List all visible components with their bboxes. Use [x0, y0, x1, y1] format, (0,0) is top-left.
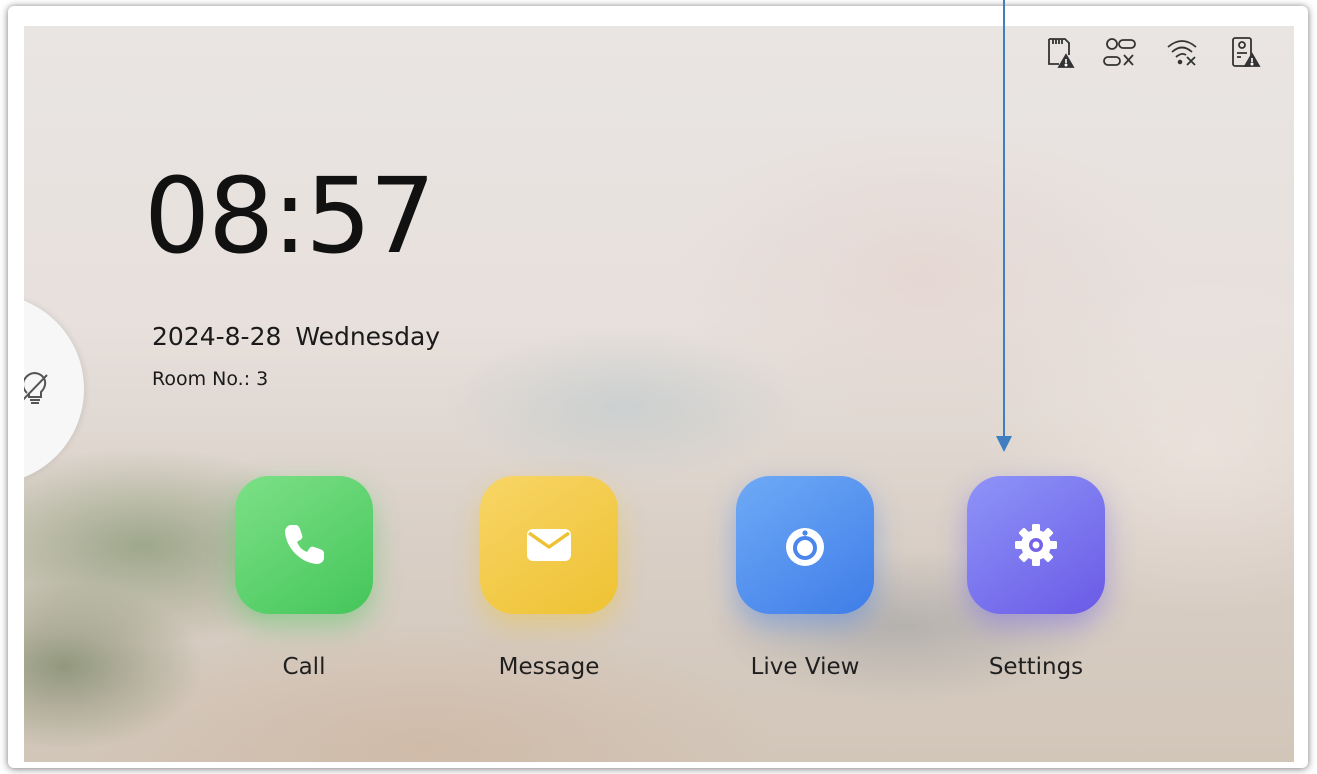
- message-button[interactable]: [480, 476, 618, 614]
- date-label: 2024-8-28 Wednesday: [152, 322, 441, 351]
- gear-icon: [1015, 524, 1057, 566]
- door-station-warning-icon[interactable]: [1224, 32, 1264, 72]
- lightbulb-off-icon: [24, 369, 54, 409]
- annotation-arrow-head: [996, 436, 1012, 452]
- home-screen: 08:57 2024-8-28 Wednesday Room No.: 3 Ca…: [24, 26, 1294, 762]
- network-disconnected-icon[interactable]: [1100, 32, 1140, 72]
- phone-icon: [285, 525, 324, 564]
- clock-time: 08:57: [144, 155, 436, 277]
- live-view-label: Live View: [750, 654, 860, 680]
- status-bar: [1038, 32, 1264, 72]
- call-button[interactable]: [235, 476, 373, 614]
- camera-icon: [786, 528, 824, 566]
- sd-card-warning-icon[interactable]: [1038, 32, 1078, 72]
- app-live-view[interactable]: Live View: [725, 476, 885, 680]
- annotation-arrow-line: [1003, 0, 1005, 440]
- side-quick-panel-tab[interactable]: [24, 294, 84, 484]
- settings-label: Settings: [988, 654, 1084, 680]
- call-label: Call: [282, 654, 326, 680]
- app-message[interactable]: Message: [469, 476, 629, 680]
- live-view-button[interactable]: [736, 476, 874, 614]
- app-settings[interactable]: Settings: [956, 476, 1116, 680]
- wifi-off-icon[interactable]: [1162, 32, 1202, 72]
- app-call[interactable]: Call: [224, 476, 384, 680]
- envelope-icon: [527, 529, 571, 561]
- room-number: Room No.: 3: [152, 368, 269, 390]
- settings-button[interactable]: [967, 476, 1105, 614]
- message-label: Message: [498, 654, 600, 680]
